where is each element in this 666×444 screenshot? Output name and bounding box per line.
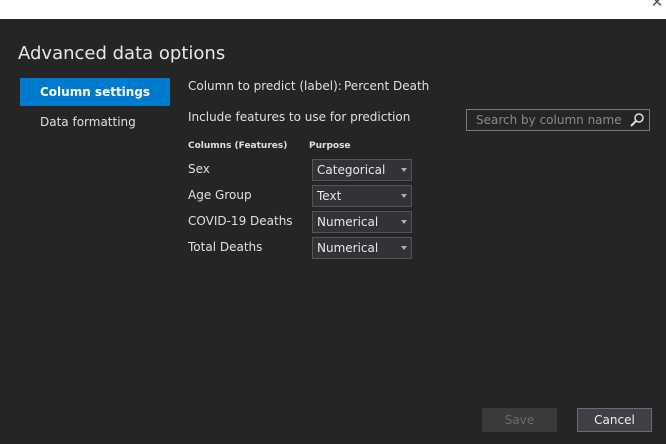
- column-name-total-deaths: Total Deaths: [188, 240, 263, 254]
- purpose-value: Numerical: [317, 215, 379, 229]
- search-box: [466, 109, 650, 131]
- column-name-age-group: Age Group: [188, 188, 252, 202]
- chevron-down-icon: [401, 168, 407, 172]
- purpose-select-age-group[interactable]: Text: [312, 185, 412, 207]
- window-titlebar: ✕: [0, 0, 666, 19]
- purpose-value: Text: [317, 189, 342, 203]
- purpose-header: Purpose: [309, 141, 351, 151]
- purpose-select-total-deaths[interactable]: Numerical: [312, 237, 412, 259]
- purpose-select-sex[interactable]: Categorical: [312, 159, 412, 181]
- predict-label: Column to predict (label):: [188, 79, 342, 93]
- dialog-title: Advanced data options: [18, 43, 226, 64]
- search-input[interactable]: [467, 110, 627, 130]
- include-features-label: Include features to use for prediction: [188, 110, 411, 124]
- purpose-value: Categorical: [317, 163, 386, 177]
- cancel-button[interactable]: Cancel: [577, 408, 652, 432]
- columns-header: Columns (Features): [188, 141, 288, 151]
- search-icon[interactable]: [629, 112, 645, 128]
- predict-value: Percent Death: [344, 79, 430, 93]
- sidebar-item-column-settings[interactable]: Column settings: [20, 78, 170, 106]
- close-icon[interactable]: ✕: [650, 0, 664, 10]
- column-name-covid-deaths: COVID-19 Deaths: [188, 214, 293, 228]
- purpose-select-covid-deaths[interactable]: Numerical: [312, 211, 412, 233]
- advanced-data-options-dialog: Advanced data options Column settings Da…: [0, 19, 666, 444]
- purpose-value: Numerical: [317, 241, 379, 255]
- sidebar-item-data-formatting[interactable]: Data formatting: [20, 108, 170, 136]
- chevron-down-icon: [401, 220, 407, 224]
- chevron-down-icon: [401, 194, 407, 198]
- column-name-sex: Sex: [188, 162, 210, 176]
- chevron-down-icon: [401, 246, 407, 250]
- save-button[interactable]: Save: [482, 408, 557, 432]
